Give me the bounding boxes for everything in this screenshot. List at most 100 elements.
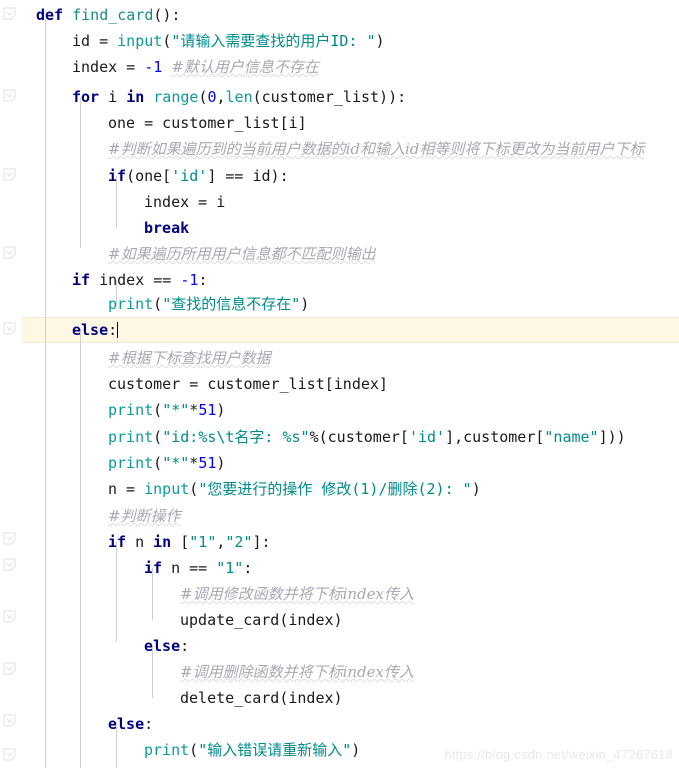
code-line-text: if(one['id'] == id): — [108, 163, 289, 189]
code-line[interactable]: print("查找的信息不存在") — [0, 291, 679, 317]
token-str: "1" — [189, 533, 217, 551]
token-plain: id = — [72, 32, 118, 50]
fold-arrow-icon[interactable] — [3, 322, 16, 335]
code-line[interactable]: #根据下标查找用户数据 — [0, 345, 679, 371]
code-line[interactable]: customer = customer_list[index] — [0, 371, 679, 397]
code-line-text: print("id:%s\t名字: %s"%(customer['id'],cu… — [108, 424, 626, 450]
fold-arrow-icon[interactable] — [3, 714, 16, 727]
code-line[interactable]: delete_card(index) — [0, 685, 679, 711]
token-cm: #默认用户信息不存在 — [171, 58, 319, 76]
fold-arrow-icon[interactable] — [3, 7, 16, 20]
token-kw: if — [108, 167, 127, 185]
code-line[interactable]: for i in range(0,len(customer_list)): — [0, 84, 679, 110]
token-kw: for — [72, 88, 100, 106]
token-fn: print — [108, 454, 154, 472]
token-fn: len — [225, 88, 253, 106]
code-line[interactable]: print("*"*51) — [0, 397, 679, 423]
code-line[interactable]: break — [0, 215, 679, 241]
token-str: "1" — [216, 559, 244, 577]
code-line[interactable]: else: — [0, 711, 679, 737]
indent-guide — [152, 568, 153, 620]
token-fnv: find_card — [72, 6, 154, 24]
code-line[interactable]: #调用修改函数并将下标index传入 — [0, 581, 679, 607]
code-line[interactable]: if(one['id'] == id): — [0, 163, 679, 189]
token-cm: #判断操作 — [108, 507, 181, 525]
editor-gutter[interactable] — [0, 0, 22, 768]
token-plain: , — [216, 88, 226, 106]
fold-arrow-icon[interactable] — [3, 558, 16, 571]
code-line[interactable]: if n == "1": — [0, 555, 679, 581]
token-str: "查找的信息不存在" — [162, 295, 301, 313]
token-plain: ) — [300, 295, 310, 313]
token-plain: ) — [216, 401, 226, 419]
code-line[interactable]: #调用删除函数并将下标index传入 — [0, 659, 679, 685]
code-line[interactable]: print("id:%s\t名字: %s"%(customer['id'],cu… — [0, 424, 679, 450]
code-line[interactable]: n = input("您要进行的操作 修改(1)/删除(2): ") — [0, 476, 679, 502]
code-line-text: #根据下标查找用户数据 — [108, 345, 271, 371]
code-line[interactable]: index = i — [0, 189, 679, 215]
code-line-text: def find_card(): — [36, 2, 181, 28]
code-line[interactable]: #如果遍历所用用户信息都不匹配则输出 — [0, 241, 679, 267]
token-str: "请输入需要查找的用户ID: " — [171, 32, 376, 50]
token-plain: : — [144, 715, 154, 733]
indent-guide — [45, 20, 46, 768]
code-line[interactable]: else: — [0, 633, 679, 659]
fold-arrow-icon[interactable] — [3, 246, 16, 259]
code-line-text: #调用删除函数并将下标index传入 — [180, 659, 414, 685]
watermark-text: https://blog.csdn.net/weixin_47267618 — [444, 747, 673, 762]
token-fn: print — [144, 741, 190, 759]
indent-guide — [152, 646, 153, 698]
code-line-text: for i in range(0,len(customer_list)): — [72, 84, 406, 110]
token-kw: in — [153, 533, 172, 551]
text-caret — [117, 322, 119, 338]
code-line[interactable]: one = customer_list[i] — [0, 110, 679, 136]
token-plain: ) — [351, 741, 361, 759]
token-kw: if — [72, 271, 91, 289]
token-plain: delete_card(index) — [180, 689, 343, 707]
code-line[interactable]: id = input("请输入需要查找的用户ID: ") — [0, 28, 679, 54]
token-num: -1 — [144, 58, 163, 76]
code-line-text: else: — [108, 711, 153, 737]
code-line[interactable]: index = -1 #默认用户信息不存在 — [0, 54, 679, 80]
indent-guide — [116, 176, 117, 228]
code-line[interactable]: def find_card(): — [0, 2, 679, 28]
token-plain: ( — [162, 32, 172, 50]
token-plain: : — [243, 559, 253, 577]
code-content[interactable]: def find_card(): id = input("请输入需要查找的用户ID… — [0, 0, 679, 768]
fold-arrow-icon[interactable] — [3, 532, 16, 545]
token-plain: [ — [171, 533, 190, 551]
code-line[interactable]: update_card(index) — [0, 607, 679, 633]
token-kw: def — [36, 6, 64, 24]
indent-guide — [116, 542, 117, 642]
indent-guide — [116, 724, 117, 768]
token-plain: ])) — [598, 428, 626, 446]
fold-arrow-icon[interactable] — [3, 610, 16, 623]
token-fn: input — [144, 480, 190, 498]
fold-arrow-icon[interactable] — [3, 662, 16, 675]
code-line-text: print("查找的信息不存在") — [108, 291, 309, 317]
code-editor[interactable]: def find_card(): id = input("请输入需要查找的用户ID… — [0, 0, 679, 768]
code-line[interactable]: else: — [0, 317, 679, 343]
fold-arrow-icon[interactable] — [3, 168, 16, 181]
code-line[interactable]: #判断如果遍历到的当前用户数据的id和输入id相等则将下标更改为当前用户下标 — [0, 136, 679, 162]
code-line-text: #如果遍历所用用户信息都不匹配则输出 — [108, 241, 376, 267]
code-line[interactable]: print("*"*51) — [0, 450, 679, 476]
token-str: 'id' — [171, 167, 208, 185]
fold-arrow-icon[interactable] — [3, 748, 16, 761]
token-str: "2" — [225, 533, 253, 551]
token-plain: : — [108, 321, 118, 339]
code-line[interactable]: #判断操作 — [0, 503, 679, 529]
code-line[interactable]: if n in ["1","2"]: — [0, 529, 679, 555]
code-line[interactable]: if index == -1: — [0, 267, 679, 293]
token-cm: #根据下标查找用户数据 — [108, 349, 271, 367]
token-str: "您要进行的操作 修改(1)/删除(2): " — [198, 480, 472, 498]
code-line-text: print("*"*51) — [108, 397, 225, 423]
code-line-text: #调用修改函数并将下标index传入 — [180, 581, 414, 607]
indent-guide — [80, 98, 81, 248]
fold-arrow-icon[interactable] — [3, 89, 16, 102]
token-plain: (one[ — [126, 167, 172, 185]
code-line-text: break — [144, 215, 189, 241]
token-kw: break — [144, 219, 190, 237]
